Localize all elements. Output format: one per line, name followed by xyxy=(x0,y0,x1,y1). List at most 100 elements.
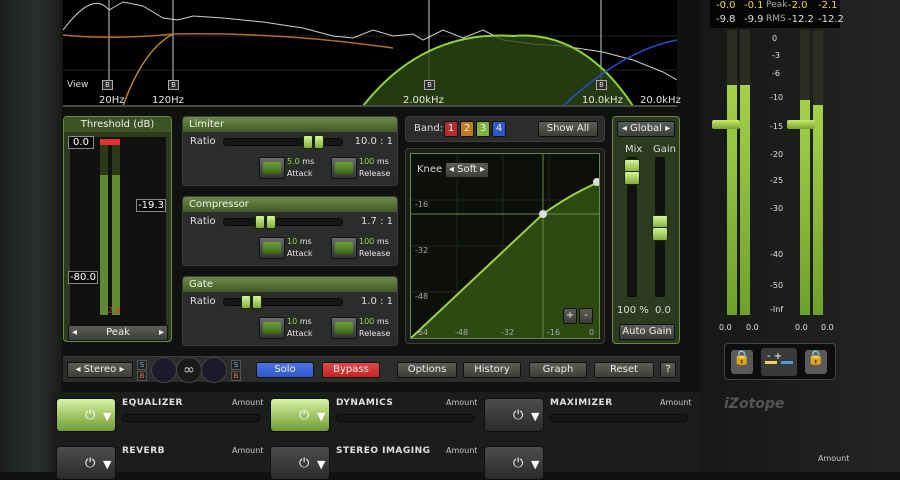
solo-button[interactable]: Solo xyxy=(256,362,314,378)
band-1-button[interactable]: 1 xyxy=(444,121,458,137)
dropdown-icon[interactable]: ▼ xyxy=(103,458,111,471)
maximizer-amount-slider[interactable] xyxy=(550,414,688,422)
threshold-low-value[interactable]: -80.0 xyxy=(68,271,98,284)
band-label: Band: xyxy=(414,123,444,134)
input-gain-thumb[interactable] xyxy=(712,120,740,129)
threshold-mode-select[interactable]: ◂ Peak ▸ xyxy=(68,325,168,341)
module-6-power-button[interactable]: ⏻ ▼ xyxy=(484,446,544,480)
show-all-button[interactable]: Show All xyxy=(538,121,598,137)
threshold-meter[interactable] xyxy=(70,137,166,325)
dropdown-icon[interactable]: ▼ xyxy=(317,410,325,423)
meter-scale-25: -25 xyxy=(770,176,784,185)
global-select[interactable]: ◂ Global ▸ xyxy=(617,121,675,137)
band-marker-1[interactable]: B xyxy=(102,80,113,90)
gate-ratio-thumb[interactable] xyxy=(241,295,251,309)
gate-attack-spinner[interactable] xyxy=(259,317,285,339)
limiter-attack-label: Attack xyxy=(287,169,313,178)
gate-attack-label: Attack xyxy=(287,329,313,338)
gate-release-unit: ms xyxy=(376,317,389,326)
gain-value: 0.0 xyxy=(655,305,671,316)
dropdown-icon[interactable]: ▼ xyxy=(531,458,539,471)
knee-mode-select[interactable]: ◂ Soft ▸ xyxy=(445,162,489,178)
meter-bar-in-left xyxy=(727,30,737,315)
equalizer-amount-slider[interactable] xyxy=(122,414,260,422)
compressor-attack-spinner[interactable] xyxy=(259,237,285,259)
auto-gain-button[interactable]: Auto Gain xyxy=(619,324,675,340)
limiter-ratio-slider[interactable] xyxy=(223,138,343,146)
dynamics-amount-label: Amount xyxy=(446,398,478,407)
band-2-button[interactable]: 2 xyxy=(460,121,474,137)
maximizer-power-button[interactable]: ⏻ ▼ xyxy=(484,398,544,432)
compressor-ratio-thumb[interactable] xyxy=(255,215,265,229)
reverb-power-button[interactable]: ⏻ ▼ xyxy=(56,446,116,480)
freq-label-20khz: 20.0kHz xyxy=(640,95,681,106)
dynamics-amount-slider[interactable] xyxy=(336,414,474,422)
meter-in-left-value: 0.0 xyxy=(719,323,732,332)
band-marker-4[interactable]: B xyxy=(596,80,607,90)
bypass-button[interactable]: Bypass xyxy=(322,362,380,378)
zoom-in-button[interactable]: + xyxy=(563,308,577,324)
limiter-attack-spinner[interactable] xyxy=(259,157,285,179)
band-marker-3[interactable]: B xyxy=(424,80,435,90)
meter-bar-out-right xyxy=(813,30,823,315)
limiter-ratio-thumb2[interactable] xyxy=(314,135,324,149)
peak-label: Peak xyxy=(766,0,788,10)
options-button[interactable]: Options xyxy=(397,362,457,378)
mix-thumb2[interactable] xyxy=(624,171,640,185)
gate-ratio-thumb2[interactable] xyxy=(252,295,262,309)
module-name-reverb: REVERB xyxy=(122,446,165,456)
band-marker-2[interactable]: B xyxy=(168,80,179,90)
ms-bottom-box-right[interactable]: B xyxy=(231,371,241,381)
threshold-mid-value[interactable]: -19.3 xyxy=(136,199,166,212)
gain-thumb2[interactable] xyxy=(652,227,668,241)
power-icon: ⏻ xyxy=(85,456,96,471)
view-label[interactable]: View xyxy=(67,80,88,90)
meter-scale-15: -15 xyxy=(770,122,784,131)
reset-button[interactable]: Reset xyxy=(594,362,654,378)
mix-label: Mix xyxy=(625,144,643,155)
band-4-button[interactable]: 4 xyxy=(492,121,506,137)
stereo-imaging-power-button[interactable]: ⏻ ▼ xyxy=(270,446,330,480)
rms-left-value: -9.8 xyxy=(716,14,736,25)
meter-out-right-value: 0.0 xyxy=(821,323,834,332)
output-gain-thumb[interactable] xyxy=(787,120,815,129)
lock-icon[interactable]: 🔒 xyxy=(731,350,753,374)
link-icon[interactable]: ∞ xyxy=(176,357,202,383)
compressor-ratio-thumb2[interactable] xyxy=(266,215,276,229)
transfer-curve-graph[interactable]: Knee ◂ Soft ▸ -16 -32 -48 -64 -48 -32 -1… xyxy=(410,153,601,339)
module-name-maximizer: MAXIMIZER xyxy=(550,398,613,408)
zoom-out-button[interactable]: - xyxy=(579,308,593,324)
compressor-ratio-label: Ratio xyxy=(190,216,216,227)
threshold-panel: Threshold (dB) 0.0 -19.3 -80.0 2.8 ◂ Peak… xyxy=(63,116,172,342)
dropdown-icon[interactable]: ▼ xyxy=(531,410,539,423)
side-icon[interactable] xyxy=(201,357,227,383)
stereo-select[interactable]: ◂ Stereo ▸ xyxy=(67,362,133,378)
gate-attack-value: 10 xyxy=(287,317,298,326)
meter-scale-20: -20 xyxy=(770,150,784,159)
limiter-ratio-thumb[interactable] xyxy=(303,135,313,149)
spectrum-analyzer[interactable]: View B B B B xyxy=(63,0,677,106)
dynamics-power-button[interactable]: ⏻ ▼ xyxy=(270,398,330,432)
equalizer-power-button[interactable]: ⏻ ▼ xyxy=(56,398,116,432)
lock-output-icon[interactable]: 🔒 xyxy=(805,350,827,374)
gate-release-spinner[interactable] xyxy=(331,317,357,339)
ms-bottom-box[interactable]: B xyxy=(137,371,147,381)
compressor-attack-unit: ms xyxy=(299,237,312,246)
link-controls: 🔒 - + 🔒 xyxy=(724,343,836,380)
limiter-release-spinner[interactable] xyxy=(331,157,357,179)
band-3-button[interactable]: 3 xyxy=(476,121,490,137)
compressor-release-spinner[interactable] xyxy=(331,237,357,259)
history-button[interactable]: History xyxy=(463,362,521,378)
help-button[interactable]: ? xyxy=(660,362,676,378)
module-name-equalizer: EQUALIZER xyxy=(122,398,183,408)
compressor-release-value: 100 xyxy=(359,237,375,246)
graph-button[interactable]: Graph xyxy=(529,362,587,378)
link-meters-icon[interactable]: - + xyxy=(761,348,797,376)
ms-top-box[interactable]: S xyxy=(137,360,147,370)
mid-icon[interactable] xyxy=(151,357,177,383)
ms-top-box-right[interactable]: S xyxy=(231,360,241,370)
threshold-top-value: 0.0 xyxy=(68,136,94,149)
compressor-ratio-slider[interactable] xyxy=(223,218,343,226)
dropdown-icon[interactable]: ▼ xyxy=(317,458,325,471)
dropdown-icon[interactable]: ▼ xyxy=(103,410,111,423)
